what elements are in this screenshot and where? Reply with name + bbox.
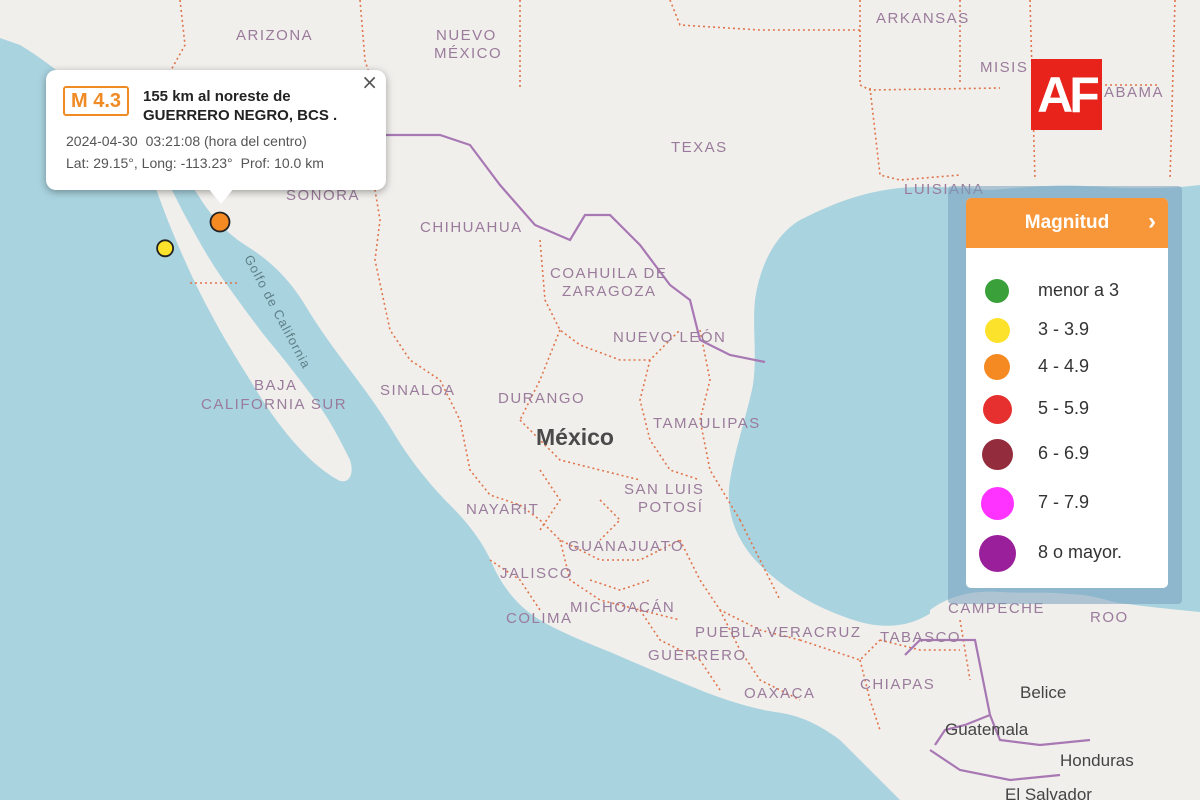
legend-item: 5 - 5.9 (966, 394, 1168, 424)
quake-popup: × M 4.3 155 km al noreste de GUERRERO NE… (46, 70, 386, 204)
legend-item: 8 o mayor. (966, 534, 1168, 572)
legend-dot (982, 394, 1012, 424)
label-texas: TEXAS (671, 139, 728, 156)
label-colima: COLIMA (506, 610, 573, 627)
quake-marker[interactable] (156, 239, 175, 258)
legend-item: 4 - 4.9 (966, 352, 1168, 382)
label-san-luis: SAN LUIS (624, 481, 704, 498)
label-guanajuato: GUANAJUATO (568, 538, 684, 555)
legend-item: 3 - 3.9 (966, 315, 1168, 345)
label-baja-2: CALIFORNIA SUR (201, 396, 347, 413)
label-potosi: POTOSÍ (638, 499, 703, 516)
legend-dot (984, 317, 1010, 343)
legend-item: 7 - 7.9 (966, 486, 1168, 520)
label-el-salvador: El Salvador (1005, 785, 1092, 800)
popup-tail (208, 188, 234, 204)
legend-label: 7 - 7.9 (1038, 492, 1090, 512)
legend-dot (984, 354, 1010, 380)
label-durango: DURANGO (498, 390, 585, 407)
label-jalisco: JALISCO (500, 565, 573, 582)
label-roo: ROO (1090, 609, 1129, 626)
legend-item: menor a 3 (966, 276, 1168, 306)
label-belice: Belice (1020, 683, 1066, 702)
legend-box: Magnitud › menor a 3 3 - 3.9 4 - 4.9 5 - 5.… (966, 198, 1168, 588)
popup-location: Lat: 29.15°, Long: -113.23° Prof: 10.0 km (66, 155, 332, 171)
label-alabama: ABAMA (1104, 84, 1164, 101)
label-arkansas: ARKANSAS (876, 10, 970, 27)
legend-label: 5 - 5.9 (1038, 398, 1090, 418)
legend-item: 6 - 6.9 (966, 438, 1168, 470)
label-puebla: PUEBLA (695, 624, 763, 641)
label-tamaulipas: TAMAULIPAS (653, 415, 761, 432)
label-nuevo-mexico: NUEVO (436, 27, 497, 44)
popup-depth: Prof: 10.0 km (240, 155, 324, 171)
legend-dot (980, 486, 1014, 520)
label-tabasco: TABASCO (880, 629, 961, 646)
label-arizona: ARIZONA (236, 27, 313, 44)
label-mexico: México (536, 424, 614, 450)
magnitude-badge: M 4.3 (63, 86, 129, 116)
label-oaxaca: OAXACA (744, 685, 816, 702)
label-guerrero: GUERRERO (648, 647, 747, 664)
label-nuevo-leon: NUEVO LEÓN (613, 329, 726, 346)
popup-date: 2024-04-30 (66, 133, 138, 149)
legend-panel: Magnitud › menor a 3 3 - 3.9 4 - 4.9 5 - 5.… (948, 186, 1182, 604)
label-guatemala: Guatemala (945, 720, 1029, 739)
popup-datetime: 2024-04-30 03:21:08 (hora del centro) (66, 133, 315, 149)
legend-label: menor a 3 (1038, 280, 1120, 300)
legend-header[interactable]: Magnitud › (966, 198, 1168, 248)
legend-dot (985, 279, 1009, 303)
af-logo: AF (1031, 59, 1102, 130)
legend-dot (978, 534, 1016, 572)
label-coahuila-2: ZARAGOZA (562, 283, 657, 300)
chevron-right-icon[interactable]: › (1148, 208, 1156, 236)
label-michoacan: MICHOACÁN (570, 599, 675, 616)
legend-label: 8 o mayor. (1038, 542, 1123, 562)
legend-label: 3 - 3.9 (1038, 319, 1090, 339)
label-nuevo-mexico-2: MÉXICO (434, 45, 502, 62)
label-veracruz: VERACRUZ (767, 624, 862, 641)
close-icon[interactable]: × (361, 70, 378, 94)
legend-dot (981, 438, 1013, 470)
label-coahuila: COAHUILA DE (550, 265, 667, 282)
popup-place: 155 km al noreste de GUERRERO NEGRO, BCS… (143, 88, 338, 124)
legend-title: Magnitud (1024, 212, 1110, 233)
popup-time: 03:21:08 (hora del centro) (145, 133, 307, 149)
label-chiapas: CHIAPAS (860, 676, 935, 693)
label-chihuahua: CHIHUAHUA (420, 219, 523, 236)
popup-coords: Lat: 29.15°, Long: -113.23° (66, 155, 233, 171)
quake-marker-selected[interactable] (209, 211, 231, 233)
label-honduras: Honduras (1060, 751, 1134, 770)
legend-label: 6 - 6.9 (1038, 443, 1090, 463)
label-baja: BAJA (254, 377, 298, 394)
label-nayarit: NAYARIT (466, 501, 539, 518)
label-mississippi: MISIS (980, 59, 1028, 76)
label-sinaloa: SINALOA (380, 382, 456, 399)
legend-label: 4 - 4.9 (1038, 356, 1090, 376)
